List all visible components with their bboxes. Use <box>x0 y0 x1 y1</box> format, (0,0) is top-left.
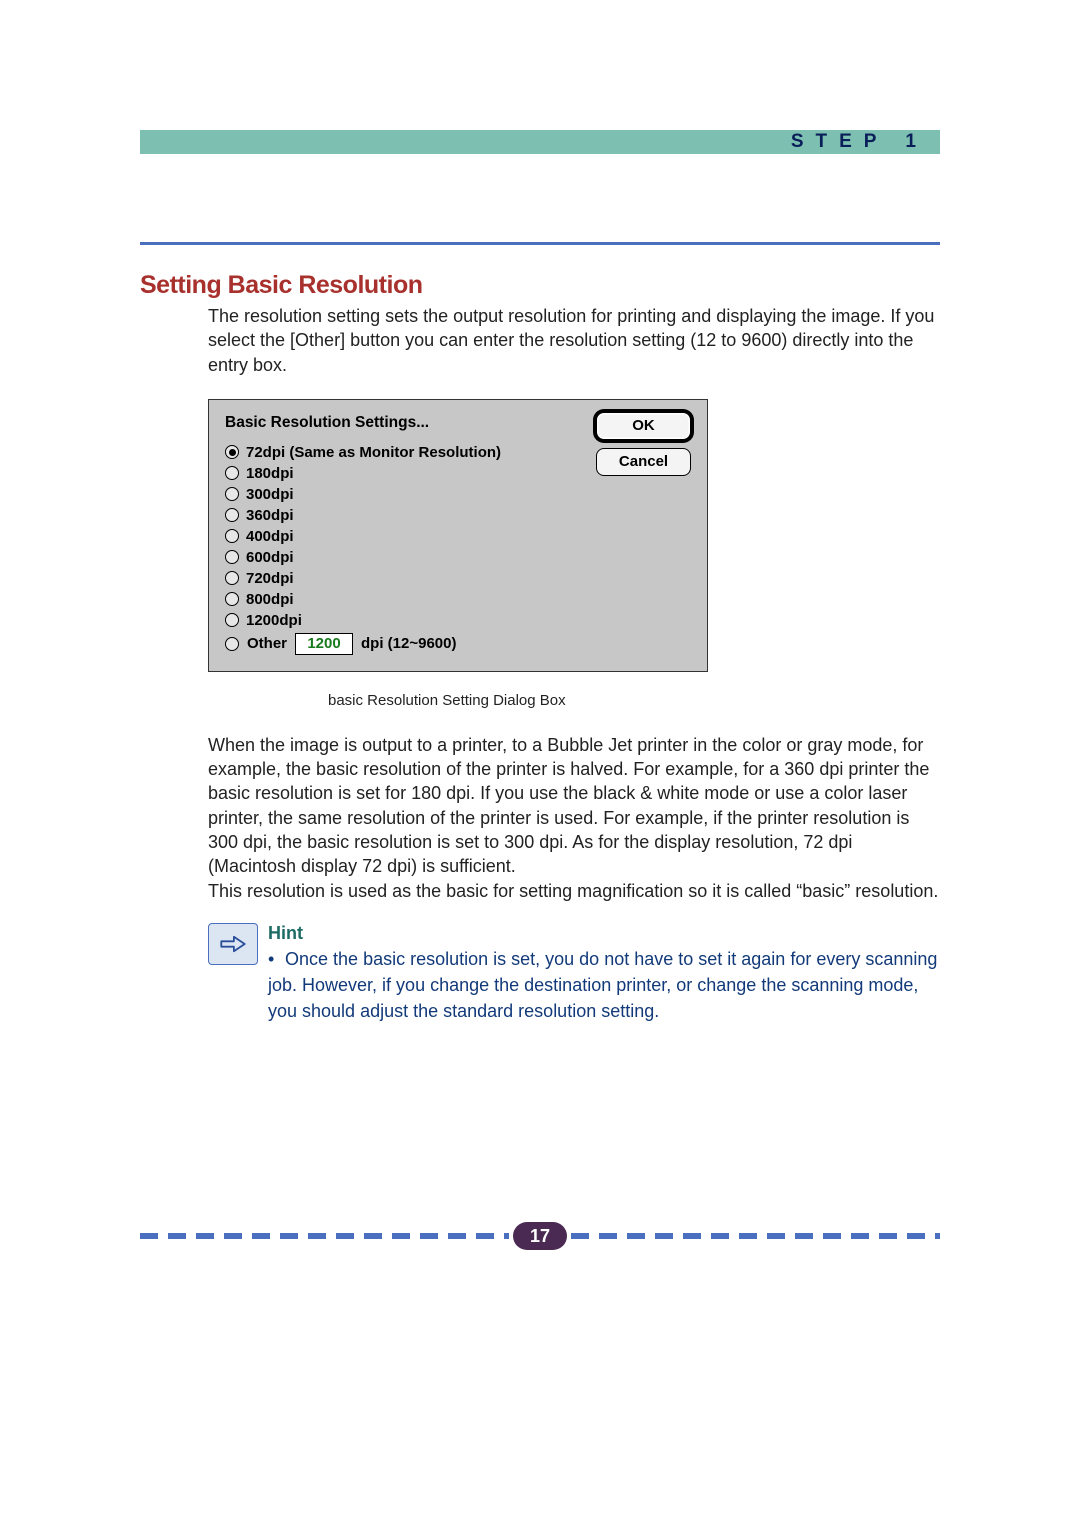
cancel-button[interactable]: Cancel <box>596 448 691 476</box>
radio-icon <box>225 613 239 627</box>
radio-label: 800dpi <box>246 591 294 608</box>
radio-icon <box>225 529 239 543</box>
footer-dash-left <box>140 1233 509 1239</box>
dialog-button-stack: OK Cancel <box>596 412 691 476</box>
radio-other-row: Other dpi (12~9600) <box>225 633 691 655</box>
radio-300dpi[interactable]: 300dpi <box>225 486 691 503</box>
hint-label: Hint <box>268 923 940 944</box>
radio-label: 180dpi <box>246 465 294 482</box>
other-dpi-input[interactable] <box>295 633 353 655</box>
radio-label: 360dpi <box>246 507 294 524</box>
radio-label: 1200dpi <box>246 612 302 629</box>
footer-dash-right <box>571 1233 940 1239</box>
figure-caption: basic Resolution Setting Dialog Box <box>208 692 940 709</box>
radio-800dpi[interactable]: 800dpi <box>225 591 691 608</box>
hint-icon <box>208 923 258 965</box>
other-suffix: dpi (12~9600) <box>361 635 456 652</box>
radio-label: 300dpi <box>246 486 294 503</box>
other-label: Other <box>247 635 287 652</box>
radio-icon <box>225 550 239 564</box>
page-number-badge: 17 <box>513 1222 567 1250</box>
intro-paragraph: The resolution setting sets the output r… <box>208 304 940 377</box>
radio-icon[interactable] <box>225 637 239 651</box>
header-bar: STEP 1 <box>140 130 940 154</box>
radio-400dpi[interactable]: 400dpi <box>225 528 691 545</box>
radio-icon <box>225 571 239 585</box>
radio-icon <box>225 445 239 459</box>
radio-600dpi[interactable]: 600dpi <box>225 549 691 566</box>
body-paragraph-2: When the image is output to a printer, t… <box>208 733 940 903</box>
radio-icon <box>225 466 239 480</box>
resolution-dialog: Basic Resolution Settings... OK Cancel 7… <box>208 399 708 672</box>
radio-icon <box>225 487 239 501</box>
radio-label: 72dpi (Same as Monitor Resolution) <box>246 444 501 461</box>
hint-text: • Once the basic resolution is set, you … <box>268 946 940 1024</box>
ok-button[interactable]: OK <box>596 412 691 440</box>
radio-720dpi[interactable]: 720dpi <box>225 570 691 587</box>
hint-block: Hint • Once the basic resolution is set,… <box>208 923 940 1024</box>
radio-label: 720dpi <box>246 570 294 587</box>
radio-360dpi[interactable]: 360dpi <box>225 507 691 524</box>
step-label: STEP 1 <box>791 131 928 153</box>
radio-icon <box>225 592 239 606</box>
document-page: STEP 1 Setting Basic Resolution The reso… <box>140 130 940 1024</box>
radio-1200dpi[interactable]: 1200dpi <box>225 612 691 629</box>
radio-label: 600dpi <box>246 549 294 566</box>
radio-icon <box>225 508 239 522</box>
hint-content: Hint • Once the basic resolution is set,… <box>268 923 940 1024</box>
radio-label: 400dpi <box>246 528 294 545</box>
horizontal-rule <box>140 242 940 245</box>
page-footer: 17 <box>140 1222 940 1250</box>
section-title: Setting Basic Resolution <box>140 271 940 300</box>
